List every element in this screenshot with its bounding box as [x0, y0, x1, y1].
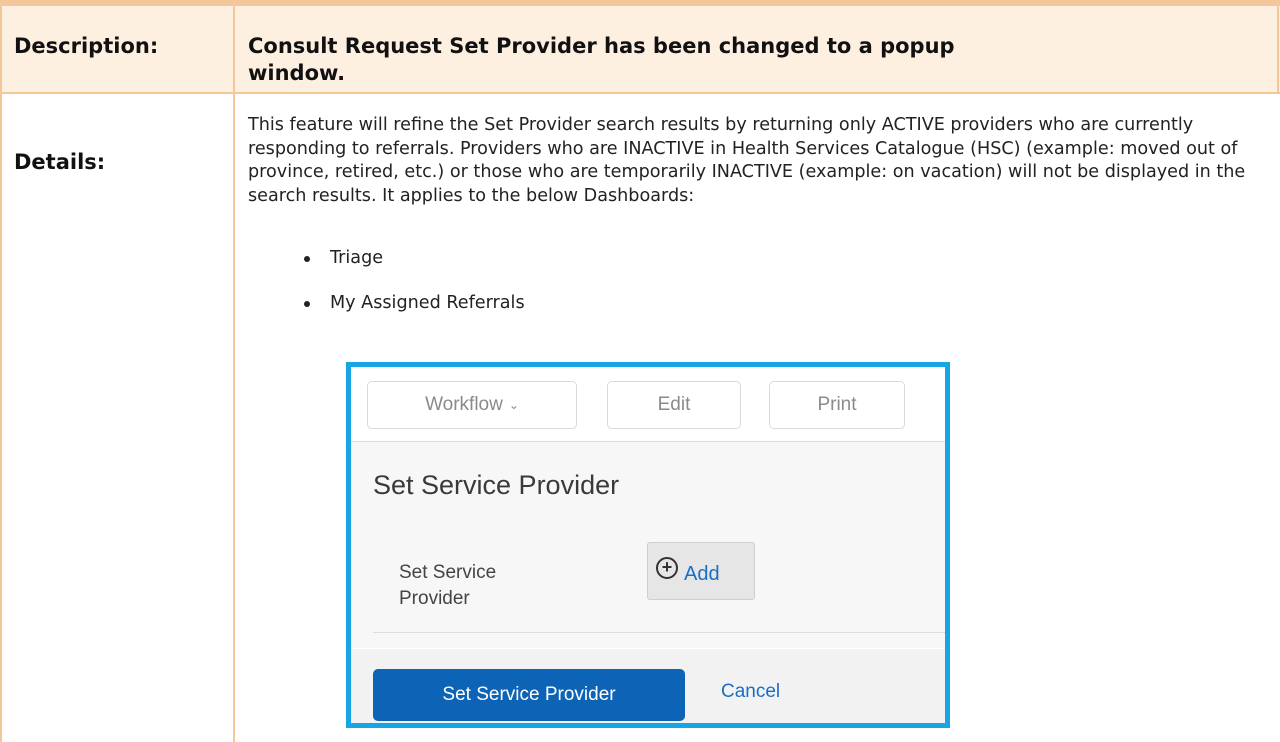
print-button[interactable]: Print	[769, 381, 905, 429]
field-label: Set Service Provider	[399, 562, 497, 609]
list-item-text: My Assigned Referrals	[330, 293, 525, 313]
embedded-screenshot: Workflow ⌄ Edit Print Set Service Provid…	[346, 362, 950, 728]
table-left-border	[0, 6, 2, 742]
description-label: Description:	[14, 34, 159, 58]
dashboard-list: Triage My Assigned Referrals	[304, 247, 525, 337]
panel-title: Set Service Provider	[373, 470, 620, 500]
list-item: My Assigned Referrals	[304, 292, 525, 315]
cancel-link[interactable]: Cancel	[721, 681, 780, 703]
table-top-border	[0, 0, 1280, 6]
details-label: Details:	[14, 150, 106, 174]
add-label: Add	[684, 562, 720, 585]
panel-divider	[373, 632, 945, 633]
description-text: Consult Request Set Provider has been ch…	[248, 34, 955, 85]
plus-circle-icon: +	[656, 557, 678, 579]
print-label: Print	[817, 394, 857, 415]
list-item-text: Triage	[330, 248, 384, 268]
dialog-footer: Set Service Provider Cancel	[351, 649, 945, 723]
table-right-border	[1277, 6, 1279, 94]
workflow-button[interactable]: Workflow ⌄	[367, 381, 577, 429]
set-service-provider-button[interactable]: Set Service Provider	[373, 669, 685, 721]
details-paragraph: This feature will refine the Set Provide…	[248, 115, 1246, 206]
bullet-icon	[304, 301, 310, 307]
table-row-divider	[0, 92, 1280, 94]
list-item: Triage	[304, 247, 525, 270]
add-provider-button[interactable]: + Add	[647, 542, 755, 600]
edit-button[interactable]: Edit	[607, 381, 741, 429]
workflow-label: Workflow	[425, 394, 503, 415]
chevron-down-icon: ⌄	[508, 398, 519, 412]
edit-label: Edit	[657, 394, 691, 415]
table-column-divider	[233, 6, 235, 742]
bullet-icon	[304, 256, 310, 262]
set-provider-panel: Set Service Provider Set Service Provide…	[351, 442, 945, 648]
